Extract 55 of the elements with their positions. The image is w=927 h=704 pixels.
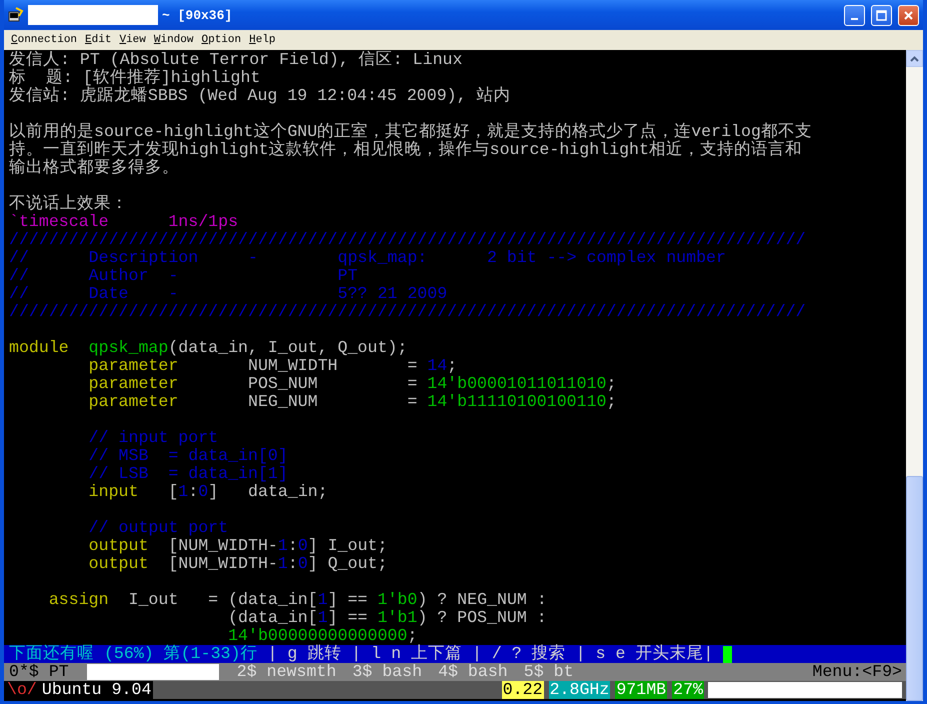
terminal-line: output [NUM_WIDTH-1:0] Q_out; [88, 555, 388, 573]
text-cursor [723, 646, 732, 662]
terminal-line: // input port [88, 429, 220, 447]
status-badge: 27% [672, 681, 704, 699]
terminal-line: parameter NEG_NUM = 14'b11110100100110; [88, 393, 618, 411]
scroll-thumb[interactable] [906, 476, 923, 701]
terminal-line: 持。一直到昨天才发现highlight这款软件，相见恨晚，操作与source-highlight相近，支持的语言和 [8, 141, 803, 159]
up-caret-icon [910, 56, 919, 62]
menu-item[interactable]: Edit [82, 34, 114, 46]
menu-item[interactable]: Help [246, 34, 279, 46]
terminal-line: // Date - 5?? 21 2009 [8, 285, 448, 303]
terminal-app-icon [8, 7, 24, 23]
terminal-line: // MSB = data_in[0] [88, 447, 289, 465]
terminal-line: 输出格式都要多得多。 [8, 159, 180, 177]
logo-text: \o/ [4, 681, 40, 699]
terminal-line: input [1:0] data_in; [88, 483, 329, 501]
terminal-line: 不说话上效果： [8, 195, 129, 213]
menu-item[interactable]: Window [150, 34, 196, 46]
terminal-line: 发信人: PT (Absolute Terror Field), 信区: Linux [8, 51, 464, 69]
close-button[interactable] [898, 4, 919, 26]
minimize-button[interactable] [844, 4, 865, 26]
terminal-line: assign I_out = (data_in[1] == 1'b0) ? NEG_NUM : [48, 591, 548, 609]
terminal-line: // Description - qpsk_map: 2 bit --> complex number [8, 249, 727, 267]
window-title: ~ [90x36] [162, 8, 234, 22]
maximize-button[interactable] [871, 4, 892, 26]
close-icon [903, 10, 914, 20]
menu-item[interactable]: Option [198, 34, 244, 46]
terminal-line: 发信站: 虎踞龙蟠SBBS (Wed Aug 19 12:04:45 2009), 站内 [8, 87, 512, 105]
terminal-line: parameter NUM_WIDTH = 14; [88, 357, 458, 375]
terminal-line: output [NUM_WIDTH-1:0] I_out; [88, 537, 388, 555]
terminal-line: 标 题: [软件推荐]highlight [8, 69, 262, 87]
terminal-line: //////////////////////////////////////////////////////////////////////////////// [8, 303, 807, 321]
terminal-line: // Author - PT [8, 267, 359, 285]
terminal-line: `timescale 1ns/1ps [8, 213, 240, 231]
tmux-window-tab[interactable]: 0*$ PT [9, 663, 69, 681]
terminal-line: (data_in[1] == 1'b1) ? POS_NUM : [227, 609, 548, 627]
terminal-line: 以前用的是source-highlight这个GNU的正室，其它都挺好，就是支持的格式少了点，连verilog都不支 [8, 123, 813, 141]
status-badge: 0.22 [502, 681, 544, 699]
menu-hint: Menu:<F9> [812, 663, 903, 681]
menu-item[interactable]: Connection [8, 34, 80, 46]
terminal-line: 14'b00000000000000; [227, 627, 418, 645]
maximize-icon [876, 10, 887, 20]
host-label: Ubuntu 9.04 [40, 681, 154, 699]
pager-text: 下面还有喔 (56%) 第(1-33)行 [9, 645, 258, 663]
terminal-line: parameter POS_NUM = 14'b00001011011010; [88, 375, 618, 393]
menu-item[interactable]: View [116, 34, 149, 46]
pager-text: | g 跳转 | l n 上下篇 | / ? 搜索 | s e 开头末尾| [267, 645, 714, 663]
scroll-up-button[interactable] [906, 50, 923, 67]
minimize-icon [851, 18, 858, 20]
terminal-line: // output port [88, 519, 230, 537]
terminal-line: // LSB = data_in[1] [88, 465, 289, 483]
terminal-line: //////////////////////////////////////////////////////////////////////////////// [8, 231, 807, 249]
terminal-line: module qpsk_map(data_in, I_out, Q_out); [8, 339, 408, 357]
status-badge: 971MB [615, 681, 668, 699]
status-badge: 2.8GHz [548, 681, 610, 699]
